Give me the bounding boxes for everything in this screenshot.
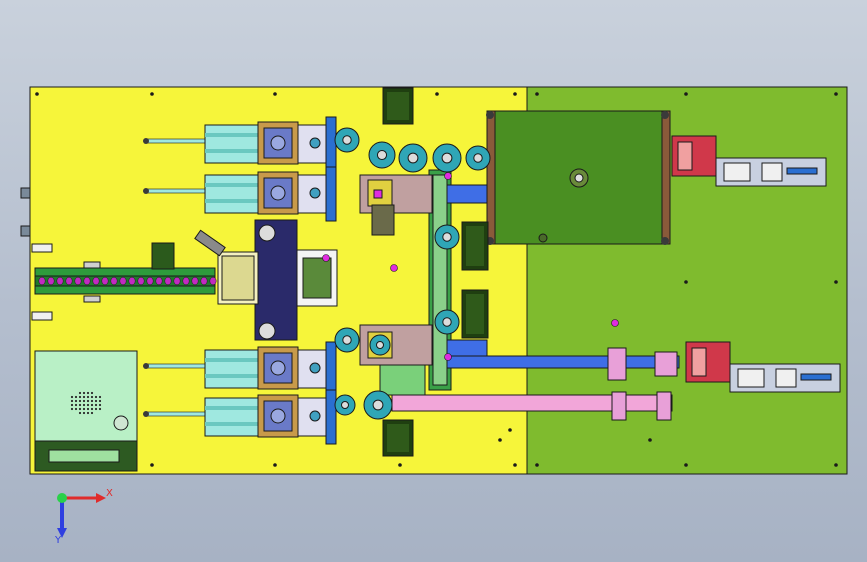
x-axis-arrowhead [96,493,106,503]
cad-viewport[interactable] [0,0,867,562]
conveyor-motor [151,242,175,270]
y-axis-label: Y [54,535,62,546]
main-panel-module [486,110,671,245]
x-axis-label: X [106,488,113,499]
left-connectors [20,187,31,237]
coordinate-triad: X Y [54,488,113,546]
transfer-arm-pink [391,394,673,412]
y-axis-ball [57,493,67,503]
control-display [48,449,120,463]
control-box [34,350,138,472]
transfer-arm-blue [446,355,680,369]
control-knob [113,415,129,431]
